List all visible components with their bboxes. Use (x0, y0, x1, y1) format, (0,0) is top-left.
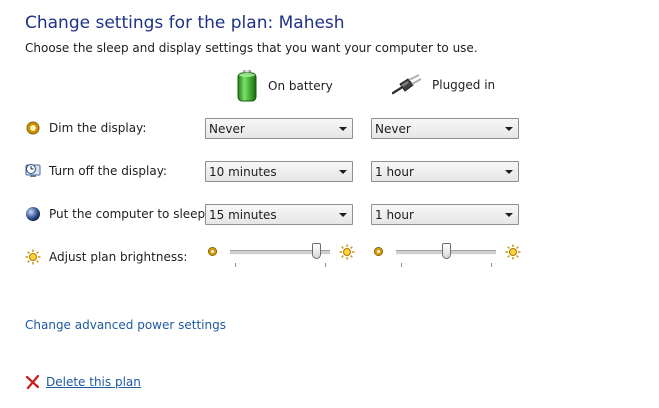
chevron-down-icon (505, 169, 513, 174)
brightness-row-label: Adjust plan brightness: (25, 247, 187, 267)
dim-display-icon (25, 120, 41, 136)
sleep-label: Put the computer to sleep: (49, 207, 210, 221)
slider-tick (325, 263, 326, 267)
chevron-down-icon (505, 212, 513, 217)
red-x-icon (25, 374, 41, 390)
dim-display-plugged-value: Never (375, 121, 411, 136)
slider-thumb[interactable] (442, 243, 451, 259)
delete-plan-link[interactable]: Delete this plan (46, 375, 141, 389)
chevron-down-icon (339, 126, 347, 131)
brightness-battery-slider[interactable] (230, 243, 330, 267)
bright-sun-icon (339, 244, 355, 260)
change-advanced-settings-link[interactable]: Change advanced power settings (25, 318, 226, 332)
chevron-down-icon (339, 169, 347, 174)
sleep-battery-select[interactable]: 15 minutes (205, 204, 353, 225)
slider-thumb[interactable] (312, 243, 321, 259)
turn-off-display-battery-value: 10 minutes (209, 164, 277, 179)
chevron-down-icon (505, 126, 513, 131)
dim-sun-icon (374, 247, 383, 256)
slider-tick (491, 263, 492, 267)
dim-sun-icon (208, 247, 217, 256)
brightness-label: Adjust plan brightness: (49, 250, 188, 264)
slider-tick (401, 263, 402, 267)
sleep-row-label: Put the computer to sleep: (25, 204, 209, 224)
turn-off-display-label: Turn off the display: (49, 164, 167, 178)
moon-sleep-icon (25, 206, 41, 222)
brightness-plugged-slider[interactable] (396, 243, 496, 267)
battery-icon (236, 70, 258, 102)
plugged-in-label: Plugged in (432, 78, 496, 92)
delete-plan-row[interactable]: Delete this plan (25, 374, 141, 390)
dim-display-battery-value: Never (209, 121, 245, 136)
sleep-plugged-value: 1 hour (375, 207, 414, 222)
dim-display-row-label: Dim the display: (25, 118, 146, 138)
chevron-down-icon (339, 212, 347, 217)
on-battery-label: On battery (268, 79, 333, 93)
sleep-battery-value: 15 minutes (209, 207, 277, 222)
slider-tick (235, 263, 236, 267)
plug-icon (391, 73, 422, 97)
bright-sun-icon (505, 244, 521, 260)
turn-off-display-plugged-value: 1 hour (375, 164, 414, 179)
on-battery-header: On battery (236, 70, 333, 102)
plugged-in-header: Plugged in (391, 73, 496, 97)
page-description: Choose the sleep and display settings th… (25, 41, 478, 55)
turn-off-display-row-label: Turn off the display: (25, 161, 167, 181)
turn-off-display-battery-select[interactable]: 10 minutes (205, 161, 353, 182)
sun-brightness-icon (25, 249, 41, 265)
clock-display-icon (25, 163, 41, 179)
dim-display-plugged-select[interactable]: Never (371, 118, 519, 139)
dim-display-battery-select[interactable]: Never (205, 118, 353, 139)
page-title: Change settings for the plan: Mahesh (25, 13, 345, 33)
turn-off-display-plugged-select[interactable]: 1 hour (371, 161, 519, 182)
dim-display-label: Dim the display: (49, 121, 147, 135)
sleep-plugged-select[interactable]: 1 hour (371, 204, 519, 225)
